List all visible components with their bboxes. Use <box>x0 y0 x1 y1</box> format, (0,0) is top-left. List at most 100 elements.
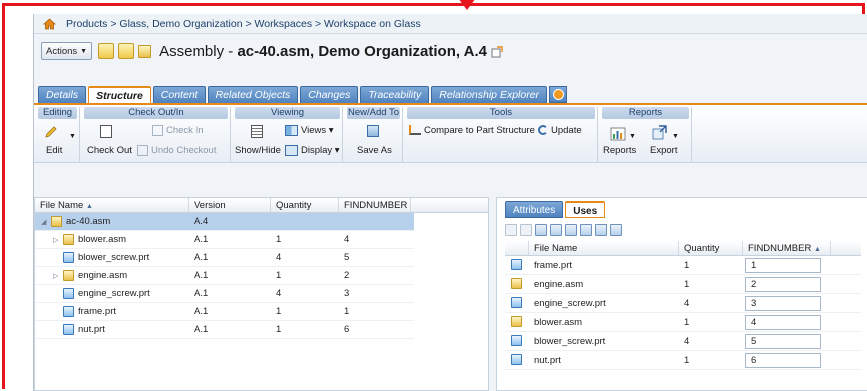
table-row[interactable]: frame.prt 1 1 <box>505 256 861 275</box>
table-row[interactable]: engine_screw.prt A.1 4 3 <box>35 285 414 303</box>
collapse-icon[interactable]: ◢ <box>41 218 49 226</box>
table-row[interactable]: nut.prt A.1 1 6 <box>35 321 414 339</box>
structure-tree-grid: File Name ▲ Version Quantity FINDNUMBER … <box>34 197 489 391</box>
table-row[interactable]: nut.prt 1 6 <box>505 351 861 370</box>
export-dropdown-icon[interactable]: ▼ <box>672 133 679 140</box>
findnumber-input[interactable]: 3 <box>745 295 821 311</box>
expand-icon[interactable]: ▷ <box>53 236 61 244</box>
part-file-icon <box>63 305 74 317</box>
ribbon-group-new-add: New/Add To Save As <box>345 107 403 163</box>
toolbar-ribbon: Editing Edit ▼ Check Out/In Check Out Ch… <box>34 103 867 163</box>
tab-structure[interactable]: Structure <box>88 86 151 103</box>
workspace-status-icon <box>491 45 503 57</box>
show-hide-icon[interactable] <box>251 125 263 138</box>
refresh-icon <box>520 224 532 236</box>
export-icon[interactable] <box>652 125 668 140</box>
views-icon <box>285 125 298 136</box>
save-as-button[interactable]: Save As <box>357 145 392 156</box>
column-header-file-name[interactable]: File Name <box>529 241 679 255</box>
object-titlebar: Actions ▼ Assembly - ac-40.asm, Demo Orga… <box>34 36 867 66</box>
column-header-quantity[interactable]: Quantity <box>679 241 743 255</box>
compare-to-part-structure-button[interactable]: Compare to Part Structure <box>409 125 535 136</box>
add-tab-icon <box>552 89 564 100</box>
column-header-file-name[interactable]: File Name ▲ <box>35 198 189 212</box>
replace-icon[interactable] <box>580 224 592 236</box>
tab-content[interactable]: Content <box>152 86 206 103</box>
tab-relationship-explorer[interactable]: Relationship Explorer <box>431 86 548 103</box>
sort-ascending-icon: ▲ <box>85 203 93 210</box>
table-row[interactable]: ◢ ac-40.asm A.4 <box>35 213 414 231</box>
table-row[interactable]: ▷ blower.asm A.1 1 4 <box>35 231 414 249</box>
check-out-button[interactable]: Check Out <box>87 145 132 156</box>
assembly-type-icon <box>138 44 152 58</box>
edit-dropdown-icon[interactable]: ▼ <box>69 133 76 140</box>
view-info-icon[interactable] <box>98 43 115 59</box>
paste-icon[interactable] <box>550 224 562 236</box>
part-file-icon <box>511 259 522 271</box>
new-part-icon[interactable] <box>565 224 577 236</box>
table-row[interactable]: blower_screw.prt A.1 4 5 <box>35 249 414 267</box>
checkout-icon[interactable] <box>100 125 112 138</box>
display-button[interactable]: Display ▾ <box>285 145 340 156</box>
part-file-icon <box>63 287 74 299</box>
tab-traceability[interactable]: Traceability <box>360 86 430 103</box>
actions-menu-button[interactable]: Actions ▼ <box>41 42 93 60</box>
export-button[interactable]: Export <box>650 145 677 156</box>
edit-button[interactable]: Edit <box>46 145 62 156</box>
table-row[interactable]: blower.asm 1 4 <box>505 313 861 332</box>
ribbon-group-checkout: Check Out/In Check Out Check In Undo Che… <box>82 107 231 163</box>
object-tabs: Details Structure Content Related Object… <box>38 86 568 103</box>
findnumber-input[interactable]: 2 <box>745 276 821 292</box>
reports-icon[interactable] <box>610 127 626 141</box>
check-in-icon <box>152 125 163 136</box>
sort-ascending-icon: ▲ <box>813 246 821 253</box>
reports-dropdown-icon[interactable]: ▼ <box>629 133 636 140</box>
column-header-findnumber[interactable]: FINDNUMBER ▲ <box>743 241 831 255</box>
views-button[interactable]: Views ▾ <box>285 125 334 136</box>
ribbon-group-viewing: Viewing Show/Hide Views ▾ Display ▾ <box>233 107 343 163</box>
structure-grid-header: File Name ▲ Version Quantity FINDNUMBER <box>35 198 488 213</box>
findnumber-input[interactable]: 1 <box>745 257 821 273</box>
home-icon[interactable] <box>43 17 56 30</box>
update-button[interactable]: Update <box>538 125 582 136</box>
tab-changes[interactable]: Changes <box>300 86 359 103</box>
save-as-icon[interactable] <box>367 125 379 137</box>
export-list-icon[interactable] <box>610 224 622 236</box>
table-row[interactable]: blower_screw.prt 4 5 <box>505 332 861 351</box>
table-row[interactable]: engine_screw.prt 4 3 <box>505 294 861 313</box>
chevron-down-icon: ▼ <box>80 47 88 55</box>
insert-icon <box>505 224 517 236</box>
ribbon-group-tools: Tools Compare to Part Structure Update <box>405 107 598 163</box>
findnumber-input[interactable]: 6 <box>745 352 821 368</box>
copy-icon[interactable] <box>535 224 547 236</box>
uses-grid-header: File Name Quantity FINDNUMBER ▲ <box>505 241 861 256</box>
pencil-icon[interactable] <box>44 125 58 139</box>
breadcrumb-path[interactable]: Products > Glass, Demo Organization > Wo… <box>66 18 421 30</box>
tab-attributes[interactable]: Attributes <box>505 201 564 218</box>
app-window: Products > Glass, Demo Organization > Wo… <box>33 14 867 391</box>
findnumber-input[interactable]: 5 <box>745 333 821 349</box>
show-hide-button[interactable]: Show/Hide <box>235 145 281 156</box>
open-in-icon[interactable] <box>118 43 135 59</box>
reports-button[interactable]: Reports <box>603 145 636 156</box>
tab-uses[interactable]: Uses <box>565 201 606 218</box>
table-row[interactable]: ▷ engine.asm A.1 1 2 <box>35 267 414 285</box>
part-file-icon <box>511 297 522 309</box>
column-header-version[interactable]: Version <box>189 198 271 212</box>
tab-related-objects[interactable]: Related Objects <box>207 86 299 103</box>
add-tab-button[interactable] <box>549 86 568 103</box>
expand-icon[interactable]: ▷ <box>53 272 61 280</box>
display-icon <box>285 145 298 156</box>
page-title: Assembly - ac-40.asm, Demo Organization,… <box>159 42 487 60</box>
ribbon-group-reports: Reports ▼ Reports ▼ Export <box>600 107 692 163</box>
column-header-findnumber[interactable]: FINDNUMBER <box>339 198 411 212</box>
grid-icon[interactable] <box>595 224 607 236</box>
update-icon <box>538 125 548 136</box>
column-header-quantity[interactable]: Quantity <box>271 198 339 212</box>
assembly-icon <box>63 233 74 245</box>
table-row[interactable]: frame.prt A.1 1 1 <box>35 303 414 321</box>
findnumber-input[interactable]: 4 <box>745 314 821 330</box>
tab-details[interactable]: Details <box>38 86 87 103</box>
undo-checkout-icon <box>137 145 148 156</box>
table-row[interactable]: engine.asm 1 2 <box>505 275 861 294</box>
